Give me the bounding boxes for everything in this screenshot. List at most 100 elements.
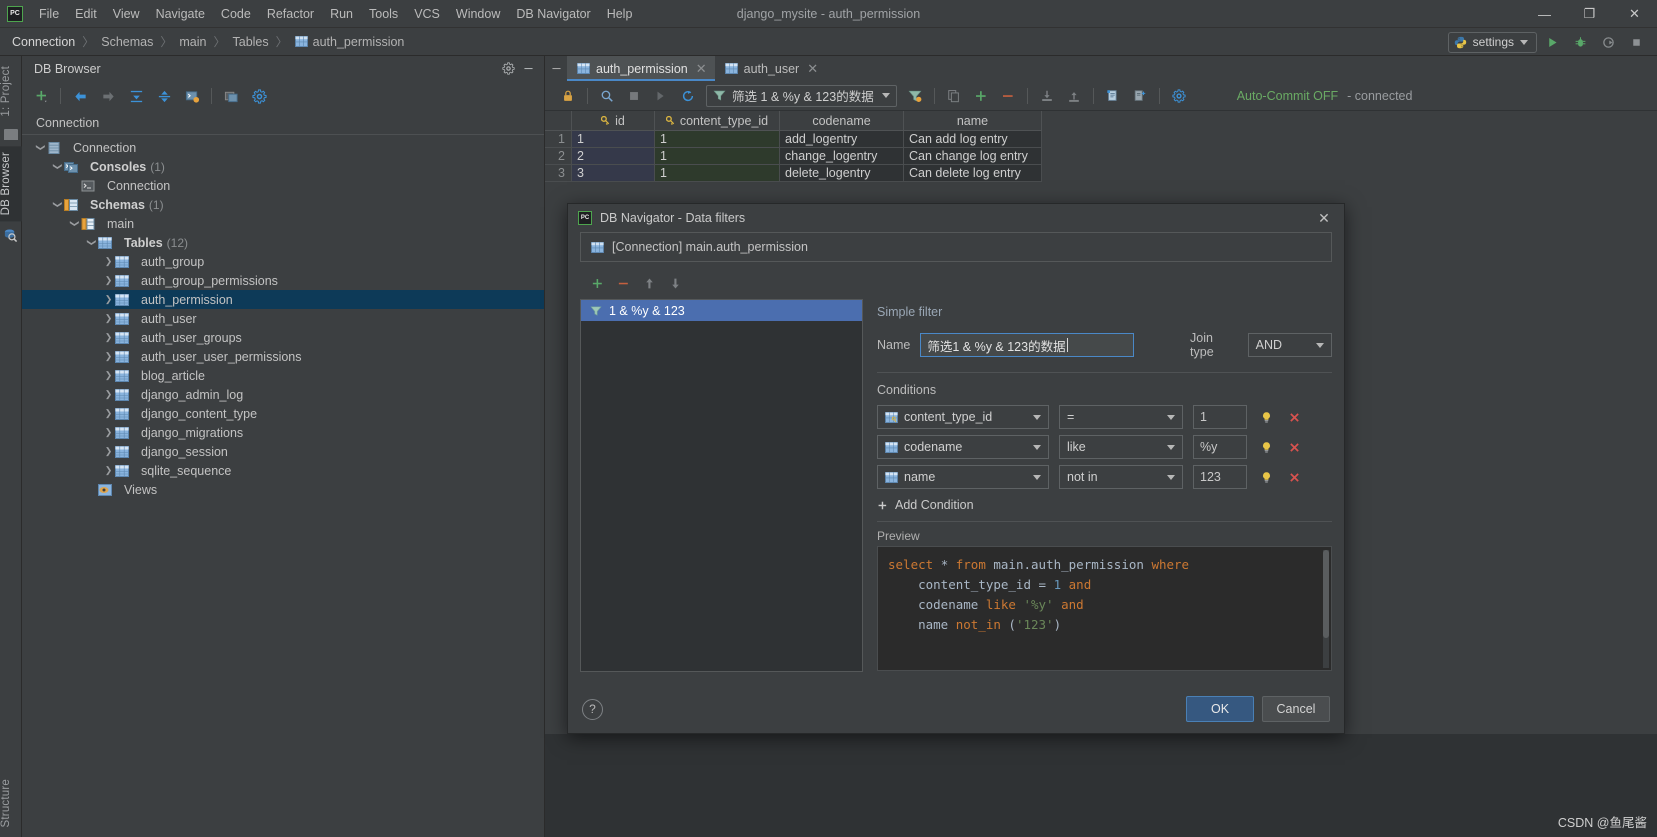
condition-value-input[interactable]: %y <box>1193 435 1247 459</box>
chevron-right-icon[interactable]: ❯ <box>102 275 115 286</box>
copy-icon[interactable] <box>1100 84 1126 108</box>
sidebar-item-db-browser[interactable]: DB Browser <box>0 146 22 221</box>
filter-selector[interactable]: 筛选 1 & %y & 123的数据 <box>706 85 897 107</box>
menu-item-file[interactable]: File <box>31 3 67 25</box>
tree-node-django_content_type[interactable]: ❯django_content_type <box>22 404 544 423</box>
sidebar-item-structure[interactable]: Structure <box>0 773 22 833</box>
search-icon[interactable] <box>594 84 620 108</box>
grid-cell-id[interactable]: 1 <box>572 131 655 148</box>
chevron-right-icon[interactable]: ❯ <box>102 446 115 457</box>
close-button[interactable]: ✕ <box>1612 0 1657 28</box>
grid-row[interactable]: 111add_logentryCan add log entry <box>545 131 1657 148</box>
new-window-icon[interactable] <box>218 84 244 108</box>
panel-minimize-icon[interactable] <box>518 59 538 79</box>
grid-cell-content_type_id[interactable]: 1 <box>655 148 780 165</box>
remove-condition-icon[interactable] <box>1285 411 1303 424</box>
lightbulb-icon[interactable] <box>1257 441 1275 454</box>
paste-icon[interactable] <box>1127 84 1153 108</box>
tree-node-views[interactable]: Views <box>22 480 544 499</box>
tree-node-auth_user[interactable]: ❯auth_user <box>22 309 544 328</box>
chevron-down-icon[interactable]: ❯ <box>69 217 80 230</box>
chevron-right-icon[interactable]: ❯ <box>102 351 115 362</box>
data-grid[interactable]: idcontent_type_idcodenamename 111add_log… <box>545 111 1657 182</box>
tree-node-consoles[interactable]: ❯Consoles(1) <box>22 157 544 176</box>
run-coverage-button[interactable] <box>1595 31 1621 53</box>
menu-item-edit[interactable]: Edit <box>67 3 105 25</box>
tree-node-auth_group_permissions[interactable]: ❯auth_group_permissions <box>22 271 544 290</box>
grid-cell-content_type_id[interactable]: 1 <box>655 131 780 148</box>
add-filter-icon[interactable] <box>590 275 604 291</box>
ok-button[interactable]: OK <box>1186 696 1254 722</box>
grid-cell-codename[interactable]: delete_logentry <box>780 165 904 182</box>
run-configuration-selector[interactable]: settings <box>1448 32 1537 53</box>
lightbulb-icon[interactable] <box>1257 411 1275 424</box>
condition-operator-select[interactable]: not in <box>1059 465 1183 489</box>
db-settings-gear-icon[interactable] <box>246 84 272 108</box>
condition-operator-select[interactable]: like <box>1059 435 1183 459</box>
chevron-right-icon[interactable]: ❯ <box>102 389 115 400</box>
tree-node-sqlite_sequence[interactable]: ❯sqlite_sequence <box>22 461 544 480</box>
chevron-right-icon[interactable]: ❯ <box>102 427 115 438</box>
menu-item-navigate[interactable]: Navigate <box>148 3 213 25</box>
clear-filter-icon[interactable] <box>902 84 928 108</box>
chevron-down-icon[interactable]: ❯ <box>86 236 97 249</box>
tree-node-main[interactable]: ❯main <box>22 214 544 233</box>
grid-cell-codename[interactable]: add_logentry <box>780 131 904 148</box>
grid-cell-id[interactable]: 3 <box>572 165 655 182</box>
close-tab-icon[interactable]: ✕ <box>807 61 818 77</box>
navigate-forward-icon[interactable] <box>95 84 121 108</box>
grid-cell-id[interactable]: 2 <box>572 148 655 165</box>
stop-icon[interactable] <box>621 84 647 108</box>
tree-node-connection[interactable]: ❯Connection <box>22 138 544 157</box>
grid-cell-codename[interactable]: change_logentry <box>780 148 904 165</box>
chevron-right-icon[interactable]: ❯ <box>102 370 115 381</box>
grid-column-header-content_type_id[interactable]: content_type_id <box>655 111 780 131</box>
import-icon[interactable] <box>1061 84 1087 108</box>
move-up-icon[interactable] <box>642 275 656 291</box>
sql-preview-scrollbar[interactable] <box>1323 550 1329 668</box>
duplicate-record-icon[interactable] <box>941 84 967 108</box>
menu-item-view[interactable]: View <box>105 3 148 25</box>
run-button[interactable] <box>1539 31 1565 53</box>
grid-cell-name[interactable]: Can add log entry <box>904 131 1042 148</box>
grid-cell-name[interactable]: Can change log entry <box>904 148 1042 165</box>
add-connection-icon[interactable] <box>28 84 54 108</box>
condition-operator-select[interactable]: = <box>1059 405 1183 429</box>
cancel-button[interactable]: Cancel <box>1262 696 1330 722</box>
expand-all-icon[interactable] <box>151 84 177 108</box>
menu-item-help[interactable]: Help <box>599 3 641 25</box>
grid-column-header-id[interactable]: id <box>572 111 655 131</box>
chevron-down-icon[interactable]: ❯ <box>52 198 63 211</box>
collapse-all-icon[interactable] <box>123 84 149 108</box>
lock-icon[interactable] <box>555 84 581 108</box>
lightbulb-icon[interactable] <box>1257 471 1275 484</box>
menu-item-db-navigator[interactable]: DB Navigator <box>508 3 598 25</box>
remove-condition-icon[interactable] <box>1285 441 1303 454</box>
tree-node-blog_article[interactable]: ❯blog_article <box>22 366 544 385</box>
remove-filter-icon[interactable] <box>616 275 630 291</box>
auto-commit-status[interactable]: Auto-Commit OFF <box>1237 89 1338 103</box>
tree-node-django_session[interactable]: ❯django_session <box>22 442 544 461</box>
menu-item-refactor[interactable]: Refactor <box>259 3 322 25</box>
close-tab-icon[interactable]: ✕ <box>696 61 707 77</box>
insert-record-icon[interactable] <box>968 84 994 108</box>
chevron-right-icon[interactable]: ❯ <box>102 465 115 476</box>
menu-item-window[interactable]: Window <box>448 3 508 25</box>
remove-condition-icon[interactable] <box>1285 471 1303 484</box>
condition-value-input[interactable]: 123 <box>1193 465 1247 489</box>
chevron-down-icon[interactable]: ❯ <box>35 141 46 154</box>
grid-column-header-codename[interactable]: codename <box>780 111 904 131</box>
tree-node-auth_user_user_permissions[interactable]: ❯auth_user_user_permissions <box>22 347 544 366</box>
tree-node-auth_user_groups[interactable]: ❯auth_user_groups <box>22 328 544 347</box>
breadcrumb-item-main[interactable]: main <box>179 35 206 49</box>
condition-column-select[interactable]: codename <box>877 435 1049 459</box>
grid-row[interactable]: 331delete_logentryCan delete log entry <box>545 165 1657 182</box>
editor-tab-auth_user[interactable]: auth_user✕ <box>715 56 827 81</box>
condition-value-input[interactable]: 1 <box>1193 405 1247 429</box>
minimize-button[interactable]: — <box>1522 0 1567 28</box>
menu-item-run[interactable]: Run <box>322 3 361 25</box>
menu-item-vcs[interactable]: VCS <box>406 3 448 25</box>
data-grid-body[interactable]: 111add_logentryCan add log entry221chang… <box>545 131 1657 182</box>
condition-column-select[interactable]: name <box>877 465 1049 489</box>
tree-node-auth_group[interactable]: ❯auth_group <box>22 252 544 271</box>
